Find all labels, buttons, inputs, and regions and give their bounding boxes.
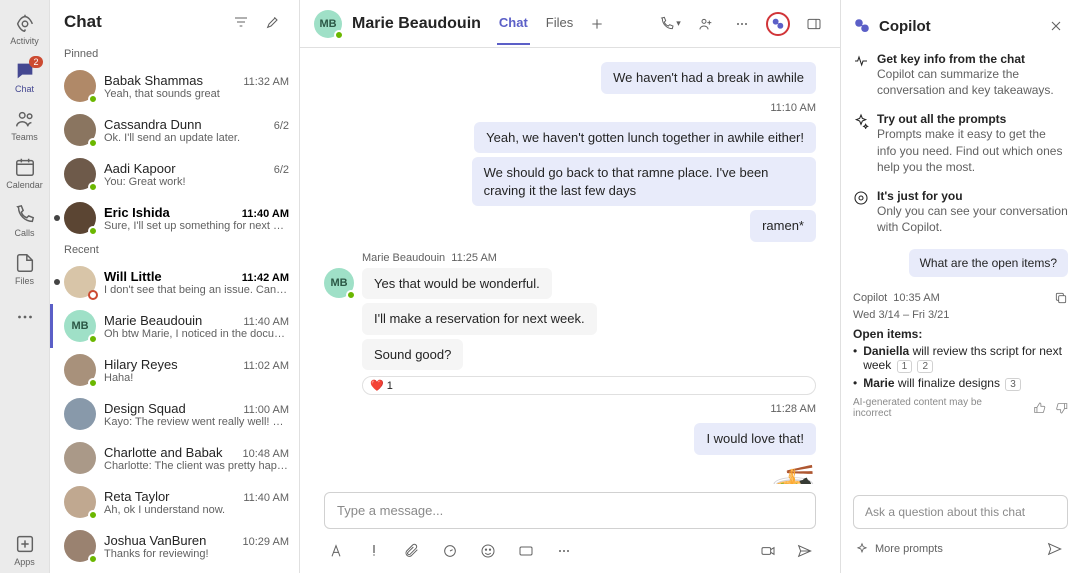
conversation-item[interactable]: Babak Shammas11:32 AMYeah, that sounds g… <box>50 64 299 108</box>
message-in[interactable]: I'll make a reservation for next week. <box>362 303 597 335</box>
message-out[interactable]: We should go back to that ramne place. I… <box>472 157 816 206</box>
message-out[interactable]: We haven't had a break in awhile <box>601 62 816 94</box>
format-icon[interactable] <box>324 539 348 563</box>
close-icon[interactable] <box>1044 14 1068 38</box>
message-in[interactable]: Sound good? <box>362 339 463 371</box>
avatar <box>64 70 96 102</box>
copilot-pane: Copilot Get key info from the chatCopilo… <box>840 0 1080 573</box>
loop-icon[interactable] <box>438 539 462 563</box>
conversation-item[interactable]: Eric Ishida11:40 AMSure, I'll set up som… <box>50 196 299 240</box>
avatar <box>64 114 96 146</box>
timestamp: 11:10 AM <box>324 102 816 114</box>
avatar <box>64 398 96 430</box>
avatar <box>64 158 96 190</box>
new-chat-icon[interactable] <box>261 10 285 34</box>
app-rail: ActivityChat2TeamsCalendarCallsFiles Apps <box>0 0 50 573</box>
call-icon[interactable]: ▾ <box>658 12 682 36</box>
reaction-chip[interactable]: ❤️ 1 <box>362 376 816 395</box>
add-tab-icon[interactable] <box>585 12 609 36</box>
message-out[interactable]: ramen* <box>750 210 816 242</box>
emoji-icon[interactable] <box>476 539 500 563</box>
copilot-suggestion[interactable]: Get key info from the chatCopilot can su… <box>853 52 1068 98</box>
more-icon[interactable] <box>730 12 754 36</box>
copilot-title: Copilot <box>879 18 1036 35</box>
chat-list-pane: Chat Pinned Babak Shammas11:32 AMYeah, t… <box>50 0 300 573</box>
conversation-item[interactable]: Reta Taylor11:40 AMAh, ok I understand n… <box>50 480 299 524</box>
copilot-suggestion[interactable]: It's just for youOnly you can see your c… <box>853 189 1068 235</box>
avatar <box>64 442 96 474</box>
copilot-response: Copilot10:35 AMWed 3/14 – Fri 3/21Open i… <box>853 291 1068 419</box>
rail-apps[interactable]: Apps <box>1 527 49 573</box>
conversation-item[interactable]: Aadi Kapoor6/2You: Great work! <box>50 152 299 196</box>
more-prompts-link[interactable]: More prompts <box>875 543 943 555</box>
conversation-item[interactable]: DFDaichi Fukuda10:20 AMYou: Thank you!! <box>50 568 299 573</box>
thumbs-down-icon[interactable] <box>1055 401 1069 415</box>
message-out[interactable]: Yeah, we haven't gotten lunch together i… <box>474 122 816 154</box>
sparkle-icon <box>855 542 869 556</box>
emoji-message: 🍜 <box>771 463 816 484</box>
tab-chat[interactable]: Chat <box>497 2 530 45</box>
attach-icon[interactable] <box>400 539 424 563</box>
copilot-toggle-icon[interactable] <box>766 12 790 36</box>
chat-title: Marie Beaudouin <box>352 15 481 33</box>
rail-chat[interactable]: Chat2 <box>1 54 49 100</box>
filter-icon[interactable] <box>229 10 253 34</box>
rail-calls[interactable]: Calls <box>1 198 49 244</box>
people-add-icon[interactable] <box>694 12 718 36</box>
avatar <box>64 530 96 562</box>
timestamp: 11:28 AM <box>324 403 816 415</box>
gif-icon[interactable] <box>514 539 538 563</box>
sender-label: Marie Beaudouin 11:25 AM <box>362 252 816 264</box>
copilot-send-icon[interactable] <box>1042 537 1066 561</box>
section-recent: Recent <box>50 240 299 260</box>
copilot-suggestion[interactable]: Try out all the promptsPrompts make it e… <box>853 112 1068 175</box>
video-clip-icon[interactable] <box>756 539 780 563</box>
avatar <box>64 486 96 518</box>
avatar: MB <box>64 310 96 342</box>
copilot-logo-icon <box>853 17 871 35</box>
conversation-item[interactable]: Hilary Reyes11:02 AMHaha! <box>50 348 299 392</box>
section-pinned: Pinned <box>50 44 299 64</box>
conversation-item[interactable]: Charlotte and Babak10:48 AMCharlotte: Th… <box>50 436 299 480</box>
rail-teams[interactable]: Teams <box>1 102 49 148</box>
message-out[interactable]: I would love that! <box>694 423 816 455</box>
rail-calendar[interactable]: Calendar <box>1 150 49 196</box>
panel-open-icon[interactable] <box>802 12 826 36</box>
rail-more[interactable] <box>1 294 49 340</box>
conversation-item[interactable]: Will Little11:42 AMI don't see that bein… <box>50 260 299 304</box>
compose-input[interactable]: Type a message... <box>324 492 816 529</box>
rail-files[interactable]: Files <box>1 246 49 292</box>
send-icon[interactable] <box>792 539 816 563</box>
conversation-item[interactable]: Design Squad11:00 AMKayo: The review wen… <box>50 392 299 436</box>
message-list: We haven't had a break in awhile 11:10 AM… <box>300 48 840 484</box>
message-in[interactable]: Yes that would be wonderful. <box>362 268 552 300</box>
header-avatar: MB <box>314 10 342 38</box>
conversation-item[interactable]: Joshua VanBuren10:29 AMThanks for review… <box>50 524 299 568</box>
avatar <box>64 202 96 234</box>
chat-header: MB Marie Beaudouin Chat Files ▾ <box>300 0 840 48</box>
copilot-input[interactable]: Ask a question about this chat <box>853 495 1068 529</box>
conversation-item[interactable]: Cassandra Dunn6/2Ok. I'll send an update… <box>50 108 299 152</box>
more-compose-icon[interactable] <box>552 539 576 563</box>
avatar <box>64 266 96 298</box>
avatar <box>64 354 96 386</box>
priority-icon[interactable] <box>362 539 386 563</box>
avatar: MB <box>324 268 354 298</box>
conversation-item[interactable]: MBMarie Beaudouin11:40 AMOh btw Marie, I… <box>50 304 299 348</box>
compose-toolbar <box>300 533 840 573</box>
thumbs-up-icon[interactable] <box>1033 401 1047 415</box>
copilot-user-prompt: What are the open items? <box>909 249 1068 277</box>
copy-icon[interactable] <box>1054 291 1068 305</box>
chat-list-title: Chat <box>64 12 221 32</box>
chat-pane: MB Marie Beaudouin Chat Files ▾ We haven'… <box>300 0 840 573</box>
rail-activity[interactable]: Activity <box>1 6 49 52</box>
tab-files[interactable]: Files <box>544 2 575 45</box>
